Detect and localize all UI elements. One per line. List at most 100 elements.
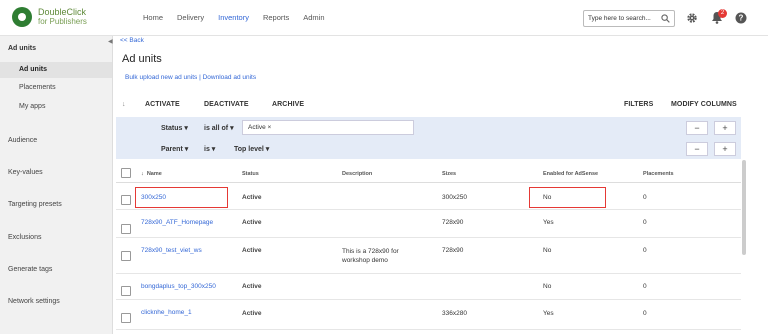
ad-unit-adsense: No bbox=[543, 247, 552, 254]
ad-unit-description: This is a 728x90 for workshop demo bbox=[342, 248, 399, 264]
filters-button[interactable]: FILTERS bbox=[624, 101, 653, 108]
ad-unit-adsense: Yes bbox=[543, 310, 554, 317]
sidebar-item-network-settings[interactable]: Network settings bbox=[8, 298, 60, 305]
table-header: ↓ Name Status Description Sizes Enabled … bbox=[116, 163, 741, 183]
filter1-value-input[interactable]: Active × bbox=[242, 120, 414, 135]
ad-unit-adsense: Yes bbox=[543, 219, 554, 226]
notification-badge: 2 bbox=[718, 9, 727, 18]
col-name-header[interactable]: ↓ Name bbox=[141, 171, 162, 177]
ad-unit-name[interactable]: 728x90_ATF_Homepage bbox=[141, 219, 213, 226]
activate-button[interactable]: ACTIVATE bbox=[145, 101, 180, 108]
filter-panel: Status ▾ is all of ▾ Active × − + Parent… bbox=[116, 117, 741, 159]
filter2-field-select[interactable]: Parent ▾ bbox=[161, 145, 188, 153]
filter2-remove-button[interactable]: − bbox=[686, 142, 708, 156]
row-checkbox[interactable] bbox=[121, 224, 131, 234]
archive-button[interactable]: ARCHIVE bbox=[272, 101, 304, 108]
brand-line1: DoubleClick bbox=[38, 7, 87, 17]
table-row[interactable]: 728x90_test_viet_ws Active This is a 728… bbox=[116, 238, 741, 274]
filter1-operator-select[interactable]: is all of ▾ bbox=[204, 124, 234, 132]
bulk-links: Bulk upload new ad units | Download ad u… bbox=[125, 74, 256, 81]
ad-unit-name[interactable]: 728x90_test_viet_ws bbox=[141, 247, 202, 254]
search-icon[interactable] bbox=[661, 14, 670, 23]
ad-unit-adsense: No bbox=[543, 283, 552, 290]
col-placements-header[interactable]: Placements bbox=[643, 171, 674, 177]
sidebar-item-exclusions[interactable]: Exclusions bbox=[8, 234, 41, 241]
highlight-box-adsense bbox=[529, 187, 606, 208]
sidebar-collapse-icon[interactable]: ◀ bbox=[108, 38, 113, 45]
table-row[interactable]: 728x90_ATF_Homepage Active 728x90 Yes 0 bbox=[116, 210, 741, 238]
ad-unit-placements: 0 bbox=[643, 194, 647, 201]
sidebar-item-placements[interactable]: Placements bbox=[19, 84, 56, 91]
nav-reports[interactable]: Reports bbox=[263, 13, 289, 22]
filter2-operator-select[interactable]: is ▾ bbox=[204, 145, 215, 153]
modify-columns-button[interactable]: MODIFY COLUMNS bbox=[671, 101, 737, 108]
ad-unit-status: Active bbox=[242, 283, 262, 290]
row-checkbox[interactable] bbox=[121, 251, 131, 261]
filter1-field-select[interactable]: Status ▾ bbox=[161, 124, 188, 132]
ad-unit-sizes: 728x90 bbox=[442, 219, 464, 226]
select-all-checkbox[interactable] bbox=[121, 168, 131, 178]
brand-line2: for Publishers bbox=[38, 17, 87, 26]
row-checkbox[interactable] bbox=[121, 313, 131, 323]
chip-close-icon[interactable]: × bbox=[268, 124, 272, 131]
ad-unit-status: Active bbox=[242, 310, 262, 317]
sidebar: Ad units Ad units Placements My apps Aud… bbox=[0, 36, 113, 334]
filter1-add-button[interactable]: + bbox=[714, 121, 736, 135]
sidebar-item-ad-units[interactable]: Ad units bbox=[19, 66, 47, 73]
ad-unit-status: Active bbox=[242, 219, 262, 226]
ad-unit-placements: 0 bbox=[643, 283, 647, 290]
dfp-logo-icon bbox=[12, 7, 32, 27]
back-link[interactable]: << Back bbox=[120, 37, 144, 44]
col-sizes-header[interactable]: Sizes bbox=[442, 171, 456, 177]
sidebar-item-targeting-presets[interactable]: Targeting presets bbox=[8, 201, 62, 208]
row-checkbox[interactable] bbox=[121, 286, 131, 296]
link-separator: | bbox=[199, 74, 201, 81]
ad-unit-sizes: 336x280 bbox=[442, 310, 467, 317]
main-nav: Home Delivery Inventory Reports Admin bbox=[143, 13, 339, 22]
sort-arrow-icon[interactable]: ↓ bbox=[122, 101, 126, 108]
svg-text:?: ? bbox=[739, 14, 744, 23]
main-content: << Back Ad units Bulk upload new ad unit… bbox=[113, 36, 768, 334]
filter1-remove-button[interactable]: − bbox=[686, 121, 708, 135]
help-icon[interactable]: ? bbox=[735, 12, 747, 24]
sidebar-section-ad-units[interactable]: Ad units bbox=[8, 45, 36, 52]
ad-unit-status: Active bbox=[242, 247, 262, 254]
nav-admin[interactable]: Admin bbox=[303, 13, 324, 22]
ad-unit-status: Active bbox=[242, 194, 262, 201]
ad-unit-sizes: 300x250 bbox=[442, 194, 467, 201]
deactivate-button[interactable]: DEACTIVATE bbox=[204, 101, 249, 108]
ad-unit-placements: 0 bbox=[643, 219, 647, 226]
filter2-add-button[interactable]: + bbox=[714, 142, 736, 156]
sidebar-item-my-apps[interactable]: My apps bbox=[19, 103, 45, 110]
sidebar-item-generate-tags[interactable]: Generate tags bbox=[8, 266, 52, 273]
filter-chip-active[interactable]: Active × bbox=[248, 124, 271, 131]
highlight-box-name bbox=[135, 187, 228, 208]
sidebar-item-key-values[interactable]: Key-values bbox=[8, 169, 43, 176]
page-title: Ad units bbox=[122, 53, 162, 65]
sidebar-item-audience[interactable]: Audience bbox=[8, 137, 37, 144]
gear-icon[interactable] bbox=[686, 12, 698, 24]
table-scrollbar[interactable] bbox=[742, 160, 746, 255]
search-input[interactable]: Type here to search... bbox=[583, 10, 675, 27]
ad-unit-sizes: 728x90 bbox=[442, 247, 464, 254]
filter2-value-select[interactable]: Top level ▾ bbox=[234, 145, 269, 153]
download-link[interactable]: Download ad units bbox=[203, 74, 256, 81]
nav-home[interactable]: Home bbox=[143, 13, 163, 22]
col-status-header[interactable]: Status bbox=[242, 171, 259, 177]
ad-unit-placements: 0 bbox=[643, 247, 647, 254]
search-text: Type here to search... bbox=[588, 15, 651, 22]
dfp-logo[interactable]: DoubleClick for Publishers bbox=[12, 7, 87, 27]
row-checkbox[interactable] bbox=[121, 195, 131, 205]
nav-inventory[interactable]: Inventory bbox=[218, 13, 249, 22]
ad-unit-placements: 0 bbox=[643, 310, 647, 317]
bulk-upload-link[interactable]: Bulk upload new ad units bbox=[125, 74, 197, 81]
nav-delivery[interactable]: Delivery bbox=[177, 13, 204, 22]
ad-unit-name[interactable]: bongdaplus_top_300x250 bbox=[141, 283, 216, 290]
top-bar: DoubleClick for Publishers Home Delivery… bbox=[0, 0, 768, 36]
sidebar-selection-highlight bbox=[0, 62, 112, 78]
col-adsense-header[interactable]: Enabled for AdSense bbox=[543, 171, 598, 177]
col-description-header[interactable]: Description bbox=[342, 171, 372, 177]
ad-unit-name[interactable]: clicknhe_home_1 bbox=[141, 309, 192, 316]
table-row[interactable]: bongdaplus_top_300x250 Active No 0 bbox=[116, 274, 741, 300]
table-row[interactable]: clicknhe_home_1 Active 336x280 Yes 0 bbox=[116, 300, 741, 330]
